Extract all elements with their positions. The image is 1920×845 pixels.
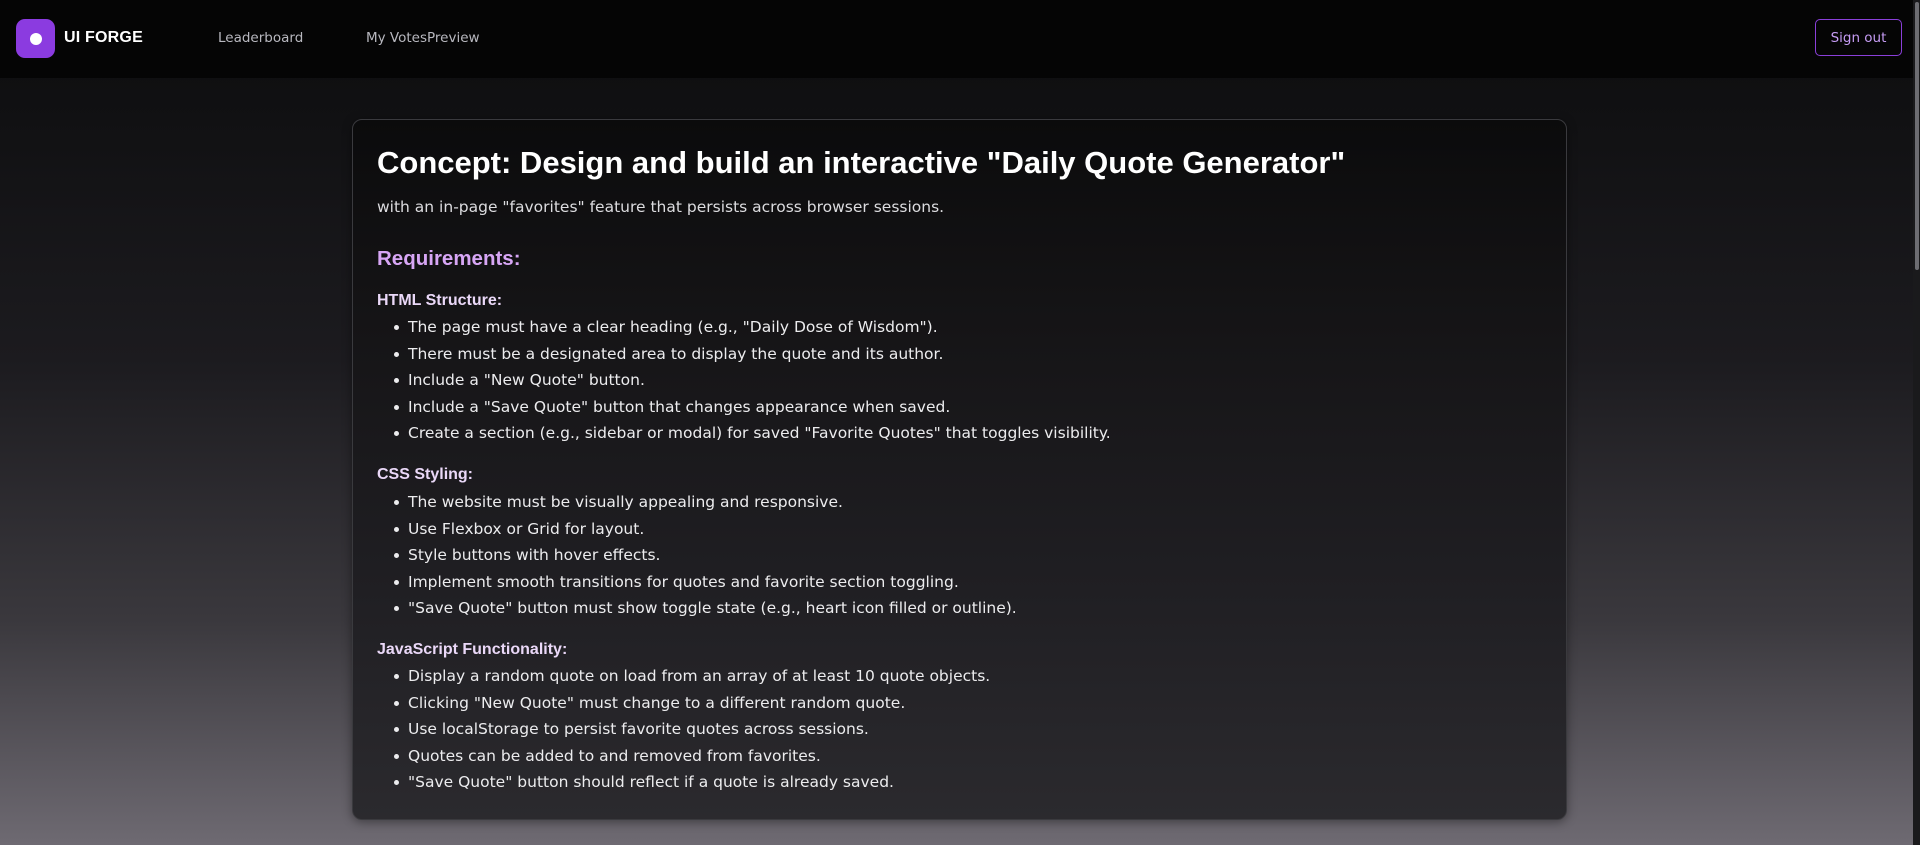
nav-my-votes-preview-link[interactable]: My VotesPreview — [366, 30, 480, 46]
concept-subtitle: with an in-page "favorites" feature that… — [377, 198, 945, 216]
sign-out-button[interactable]: Sign out — [1815, 19, 1902, 56]
page-scrollbar-thumb[interactable] — [1915, 2, 1919, 270]
logo-dot — [29, 32, 42, 45]
list-item: "Save Quote" button must show toggle sta… — [377, 597, 1017, 624]
top-navigation-bar: UI FORGE Leaderboard My VotesPreview Sig… — [0, 0, 1920, 78]
section-title-css-styling: CSS Styling: — [377, 466, 474, 483]
html-structure-list: The page must have a clear heading (e.g.… — [377, 316, 1111, 449]
concept-card: Concept: Design and build an interactive… — [352, 119, 1567, 820]
list-item: Display a random quote on load from an a… — [377, 665, 990, 692]
section-title-html-structure: HTML Structure: — [377, 292, 503, 309]
concept-title: Concept: Design and build an interactive… — [377, 145, 1346, 180]
nav-leaderboard-link[interactable]: Leaderboard — [218, 30, 303, 46]
list-item: Create a section (e.g., sidebar or modal… — [377, 422, 1111, 449]
section-title-javascript-functionality: JavaScript Functionality: — [377, 641, 568, 658]
javascript-functionality-list: Display a random quote on load from an a… — [377, 665, 990, 798]
list-item: Use localStorage to persist favorite quo… — [377, 718, 990, 745]
list-item: Quotes can be added to and removed from … — [377, 745, 990, 772]
list-item: Include a "New Quote" button. — [377, 369, 1111, 396]
requirements-heading: Requirements: — [377, 247, 521, 270]
list-item: Clicking "New Quote" must change to a di… — [377, 692, 990, 719]
app-logo-icon[interactable] — [16, 19, 55, 58]
list-item: There must be a designated area to displ… — [377, 343, 1111, 370]
list-item: Use Flexbox or Grid for layout. — [377, 518, 1017, 545]
list-item: Style buttons with hover effects. — [377, 544, 1017, 571]
list-item: "Save Quote" button should reflect if a … — [377, 771, 990, 798]
css-styling-list: The website must be visually appealing a… — [377, 491, 1017, 624]
list-item: Implement smooth transitions for quotes … — [377, 571, 1017, 598]
list-item: Include a "Save Quote" button that chang… — [377, 396, 1111, 423]
list-item: The website must be visually appealing a… — [377, 491, 1017, 518]
brand-name[interactable]: UI FORGE — [64, 29, 143, 47]
list-item: The page must have a clear heading (e.g.… — [377, 316, 1111, 343]
